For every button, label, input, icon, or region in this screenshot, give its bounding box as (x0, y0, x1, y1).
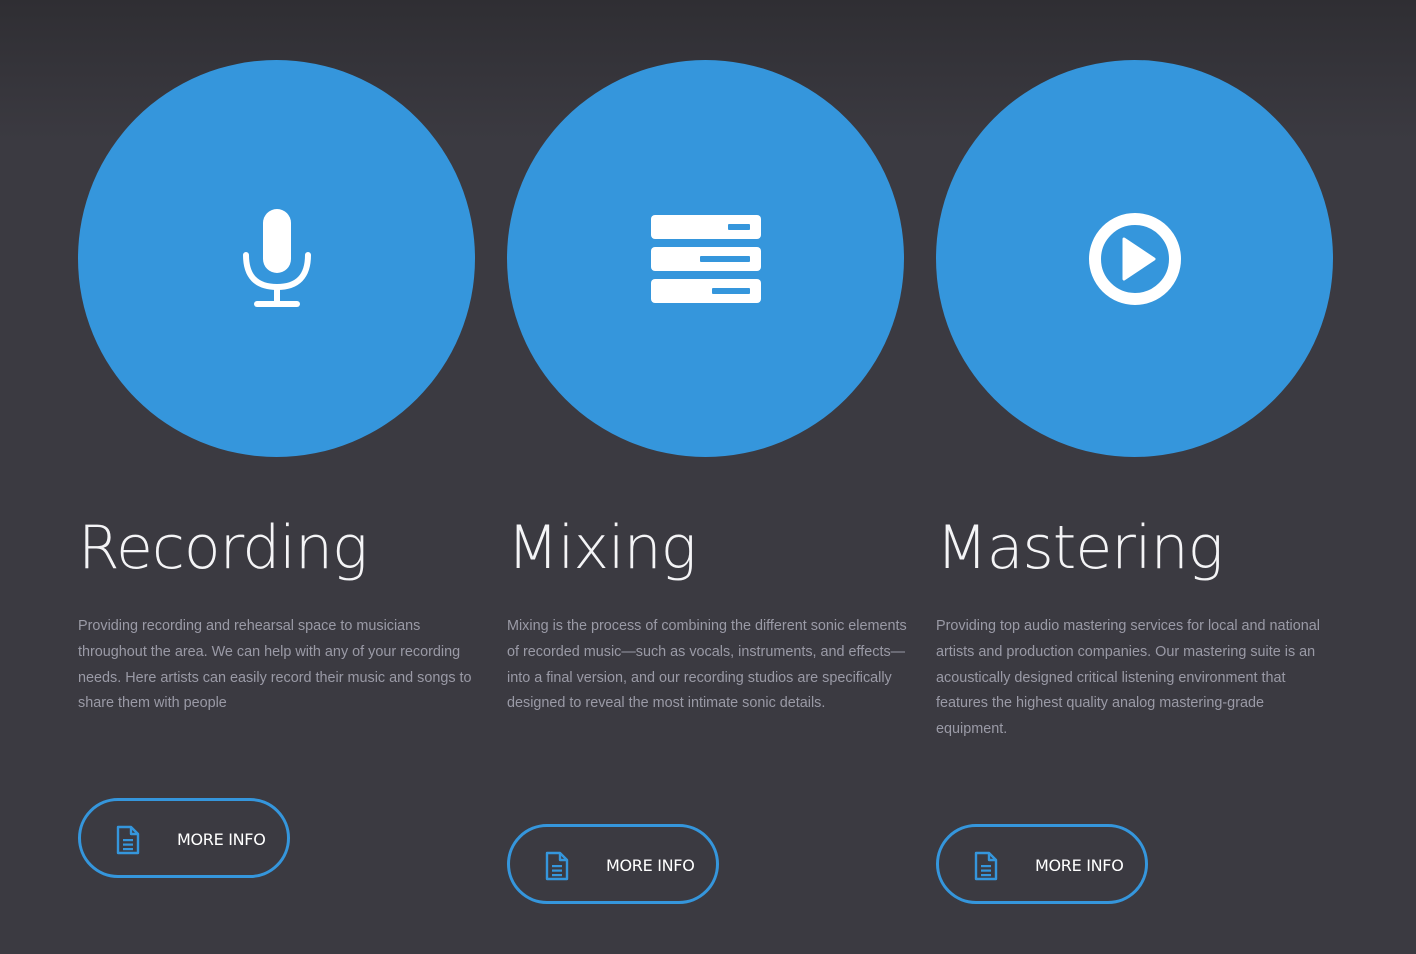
service-icon-circle (936, 60, 1333, 457)
service-description: Providing top audio mastering services f… (936, 618, 1320, 738)
server-stack-icon (650, 214, 761, 303)
service-icon-circle (507, 60, 904, 457)
service-title: Recording (78, 513, 368, 583)
more-info-label: MORE INFO (1035, 856, 1124, 875)
service-description: Mixing is the process of combining the d… (507, 618, 907, 712)
more-info-button[interactable]: MORE INFO (507, 824, 719, 904)
microphone-icon (242, 208, 311, 307)
document-icon (545, 851, 569, 881)
more-info-label: MORE INFO (606, 856, 695, 875)
more-info-button[interactable]: MORE INFO (78, 798, 290, 878)
service-title: Mixing (507, 513, 697, 583)
more-info-button[interactable]: MORE INFO (936, 824, 1148, 904)
service-mixing: Mixing Mixing is the process of combinin… (507, 0, 907, 954)
more-info-label: MORE INFO (177, 830, 266, 849)
service-mastering: Mastering Providing top audio mastering … (936, 0, 1336, 954)
document-icon (974, 851, 998, 881)
play-circle-icon (1088, 212, 1181, 305)
service-recording: Recording Providing recording and rehear… (78, 0, 478, 954)
services-section: Recording Providing recording and rehear… (0, 0, 1416, 954)
document-icon (116, 825, 140, 855)
service-icon-circle (78, 60, 475, 457)
service-title: Mastering (936, 513, 1224, 583)
service-description: Providing recording and rehearsal space … (78, 618, 472, 712)
